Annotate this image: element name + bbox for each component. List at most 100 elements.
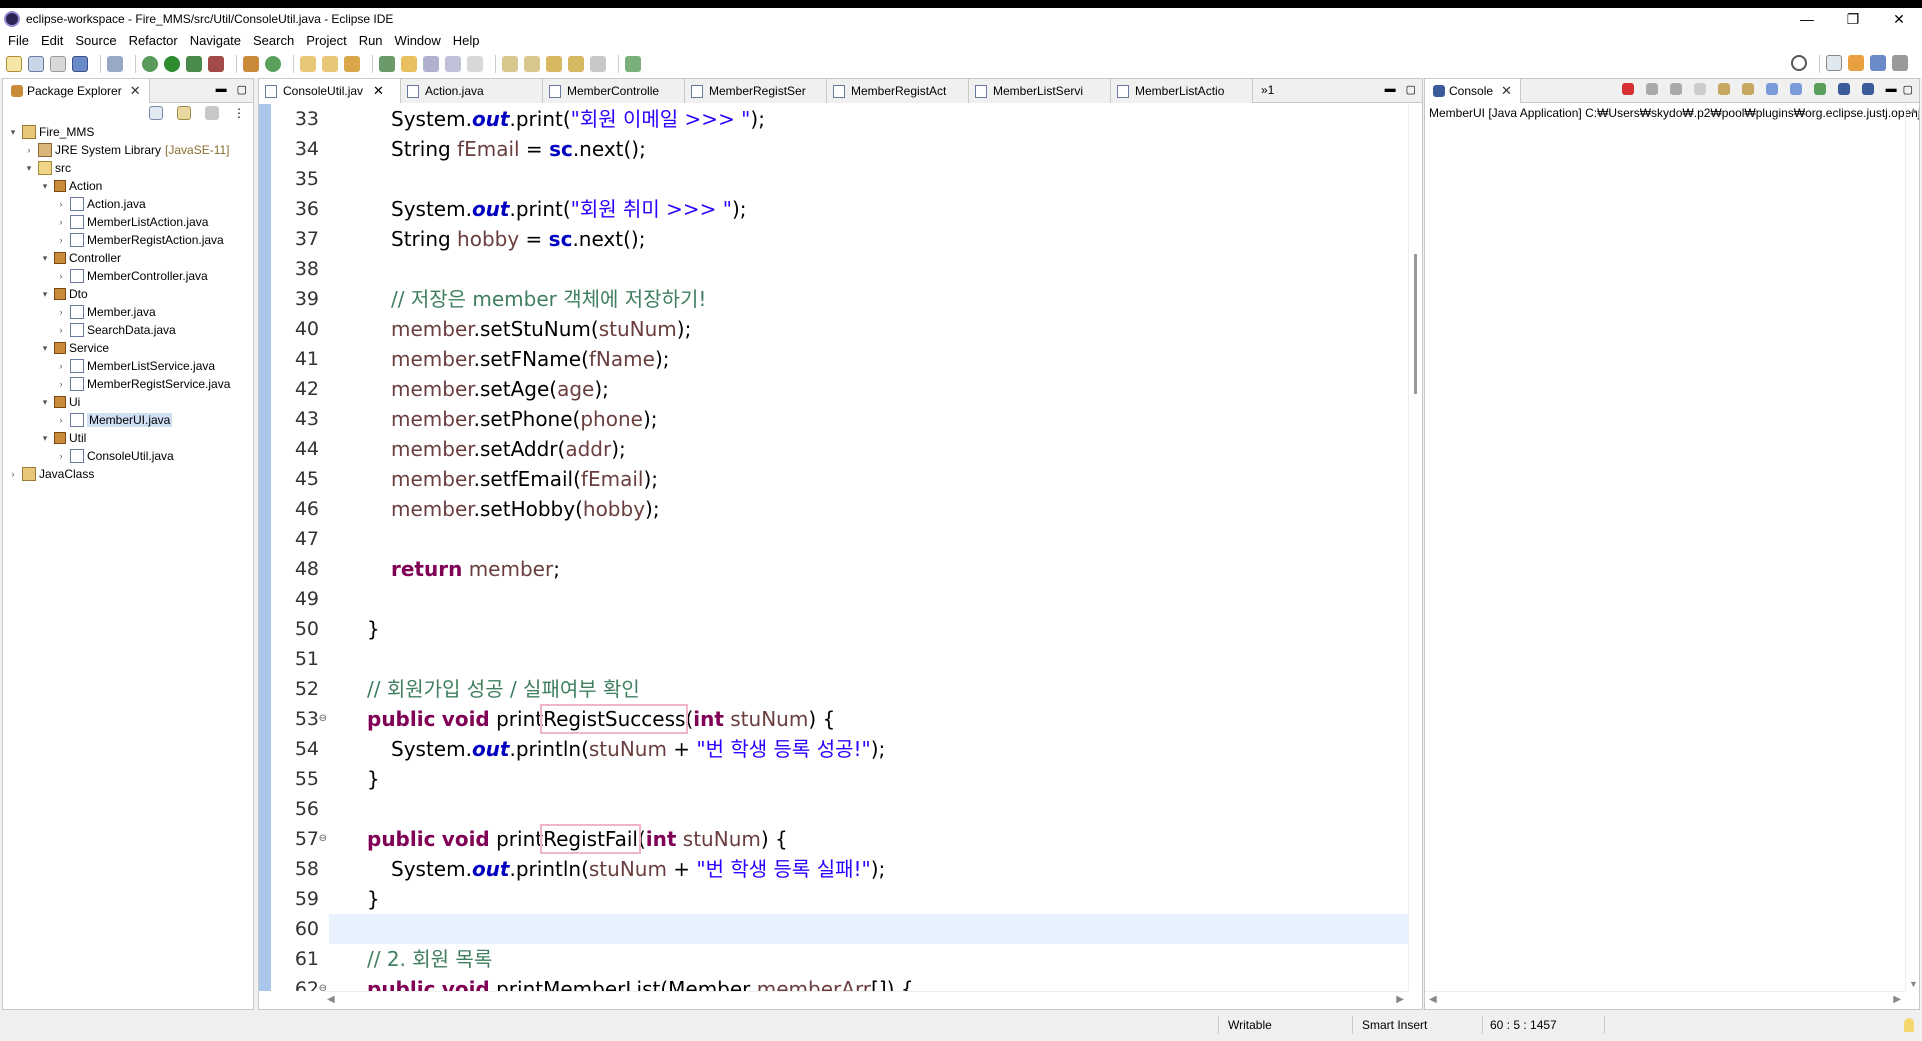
minimize-view-icon[interactable]: ▬: [1886, 83, 1897, 96]
code-line[interactable]: public void printRegistSuccess(int stuNu…: [329, 704, 1422, 734]
pin-console-icon[interactable]: [1813, 83, 1826, 95]
scroll-up-icon[interactable]: ▲: [1909, 105, 1918, 115]
tree-item[interactable]: › MemberListAction.java: [7, 213, 253, 231]
editor-tab[interactable]: MemberRegistAct: [827, 79, 969, 103]
word-wrap-icon[interactable]: [1741, 83, 1754, 95]
scroll-lock-icon[interactable]: [1717, 83, 1730, 95]
editor-tab[interactable]: Action.java: [401, 79, 543, 103]
code-line[interactable]: System.out.println(stuNum + "번 학생 등록 실패!…: [329, 854, 1422, 884]
search-tool-icon[interactable]: [344, 56, 360, 72]
console-tab[interactable]: Console ✕: [1425, 78, 1521, 103]
code-line[interactable]: member.setPhone(phone);: [329, 404, 1422, 434]
chevron-down-icon[interactable]: ▾: [39, 289, 51, 300]
save-icon[interactable]: [28, 56, 44, 72]
console-horizontal-scrollbar[interactable]: ◀ ▶: [1425, 991, 1905, 1009]
tree-item[interactable]: › SearchData.java: [7, 321, 253, 339]
minimize-view-icon[interactable]: ▬: [1385, 83, 1396, 96]
menu-run[interactable]: Run: [359, 33, 383, 48]
coverage-icon[interactable]: [186, 56, 202, 72]
annotation-icon[interactable]: [379, 56, 395, 72]
menu-edit[interactable]: Edit: [41, 33, 63, 48]
scroll-right-icon[interactable]: ▶: [1893, 994, 1901, 1005]
remove-launch-icon[interactable]: [1645, 83, 1658, 95]
menu-file[interactable]: File: [8, 33, 29, 48]
open-console-icon[interactable]: [1861, 83, 1874, 95]
tree-item[interactable]: ▾ src: [7, 159, 253, 177]
java-ee-perspective-icon[interactable]: [1848, 55, 1864, 71]
restore-button[interactable]: ❐: [1830, 8, 1876, 30]
code-line[interactable]: [329, 584, 1422, 614]
code-line[interactable]: [329, 164, 1422, 194]
tree-item[interactable]: ▾ Ui: [7, 393, 253, 411]
show-stdout-icon[interactable]: [1765, 83, 1778, 95]
menu-navigate[interactable]: Navigate: [190, 33, 241, 48]
editor-tab[interactable]: ConsoleUtil.jav ✕: [259, 79, 401, 103]
scroll-left-icon[interactable]: ◀: [1429, 994, 1437, 1005]
open-perspective-icon[interactable]: [1826, 55, 1842, 71]
tree-item[interactable]: › Member.java: [7, 303, 253, 321]
show-whitespace-icon[interactable]: [467, 56, 483, 72]
chevron-right-icon[interactable]: ›: [55, 379, 67, 389]
scrollbar-thumb[interactable]: [1414, 254, 1417, 394]
code-line[interactable]: // 2. 회원 목록: [329, 944, 1422, 974]
chevron-down-icon[interactable]: ▾: [39, 181, 51, 192]
editor-tab[interactable]: MemberListServi: [969, 79, 1111, 103]
chevron-right-icon[interactable]: ›: [55, 415, 67, 425]
tree-item[interactable]: › MemberUI.java: [7, 411, 253, 429]
minimize-view-icon[interactable]: ▬: [216, 83, 227, 96]
tip-lightbulb-icon[interactable]: [1904, 1018, 1914, 1032]
vertical-scrollbar[interactable]: [1408, 104, 1422, 991]
chevron-right-icon[interactable]: ›: [7, 469, 19, 479]
chevron-down-icon[interactable]: ▾: [39, 397, 51, 408]
menu-source[interactable]: Source: [75, 33, 116, 48]
code-line[interactable]: [329, 644, 1422, 674]
tree-item[interactable]: › Action.java: [7, 195, 253, 213]
pin-editor-icon[interactable]: [625, 56, 641, 72]
maximize-view-icon[interactable]: ▢: [237, 83, 247, 96]
chevron-down-icon[interactable]: ▾: [39, 253, 51, 264]
close-icon[interactable]: ✕: [373, 83, 384, 99]
previous-annotation-icon[interactable]: [524, 56, 540, 72]
tree-item[interactable]: ▾ Action: [7, 177, 253, 195]
code-line[interactable]: }: [329, 764, 1422, 794]
tree-item[interactable]: › MemberController.java: [7, 267, 253, 285]
new-java-class-icon[interactable]: [265, 56, 281, 72]
block-selection-icon[interactable]: [445, 56, 461, 72]
menu-refactor[interactable]: Refactor: [129, 33, 178, 48]
skip-breakpoints-icon[interactable]: [107, 56, 123, 72]
editor-tab[interactable]: MemberRegistSer: [685, 79, 827, 103]
tree-item[interactable]: › ConsoleUtil.java: [7, 447, 253, 465]
chevron-right-icon[interactable]: ›: [55, 307, 67, 317]
new-icon[interactable]: [6, 56, 22, 72]
tree-item[interactable]: › JRE System Library [JavaSE-11]: [7, 141, 253, 159]
minimize-button[interactable]: —: [1784, 8, 1830, 30]
editor-tab[interactable]: MemberListActio: [1111, 79, 1253, 103]
code-line[interactable]: member.setAddr(addr);: [329, 434, 1422, 464]
code-line[interactable]: System.out.print("회원 취미 >>> ");: [329, 194, 1422, 224]
code-line[interactable]: // 저장은 member 객체에 저장하기!: [329, 284, 1422, 314]
scroll-left-icon[interactable]: ◀: [327, 994, 335, 1005]
code-line[interactable]: member.setAge(age);: [329, 374, 1422, 404]
collapse-all-icon[interactable]: [149, 106, 163, 120]
open-type-icon[interactable]: [300, 56, 316, 72]
menu-help[interactable]: Help: [453, 33, 480, 48]
code-line[interactable]: String fEmail = sc.next();: [329, 134, 1422, 164]
tree-item[interactable]: ▾ Util: [7, 429, 253, 447]
tree-item[interactable]: ▾ Service: [7, 339, 253, 357]
chevron-right-icon[interactable]: ›: [55, 271, 67, 281]
open-task-icon[interactable]: [322, 56, 338, 72]
save-all-icon[interactable]: [50, 56, 66, 72]
close-icon[interactable]: ✕: [1501, 83, 1512, 99]
terminate-icon[interactable]: [1621, 83, 1634, 95]
package-explorer-tab[interactable]: Package Explorer ✕: [3, 78, 150, 103]
tree-item[interactable]: ▾ Fire_MMS: [7, 123, 253, 141]
view-menu-icon[interactable]: ⋮: [233, 106, 245, 120]
menu-search[interactable]: Search: [253, 33, 294, 48]
tree-item[interactable]: › MemberListService.java: [7, 357, 253, 375]
fold-toggle-icon[interactable]: ⊖: [319, 974, 327, 991]
code-line[interactable]: }: [329, 614, 1422, 644]
show-stderr-icon[interactable]: [1789, 83, 1802, 95]
display-console-icon[interactable]: [1837, 83, 1850, 95]
code-text[interactable]: System.out.print("회원 이메일 >>> "); String f…: [329, 104, 1422, 991]
code-line[interactable]: // 회원가입 성공 / 실패여부 확인: [329, 674, 1422, 704]
